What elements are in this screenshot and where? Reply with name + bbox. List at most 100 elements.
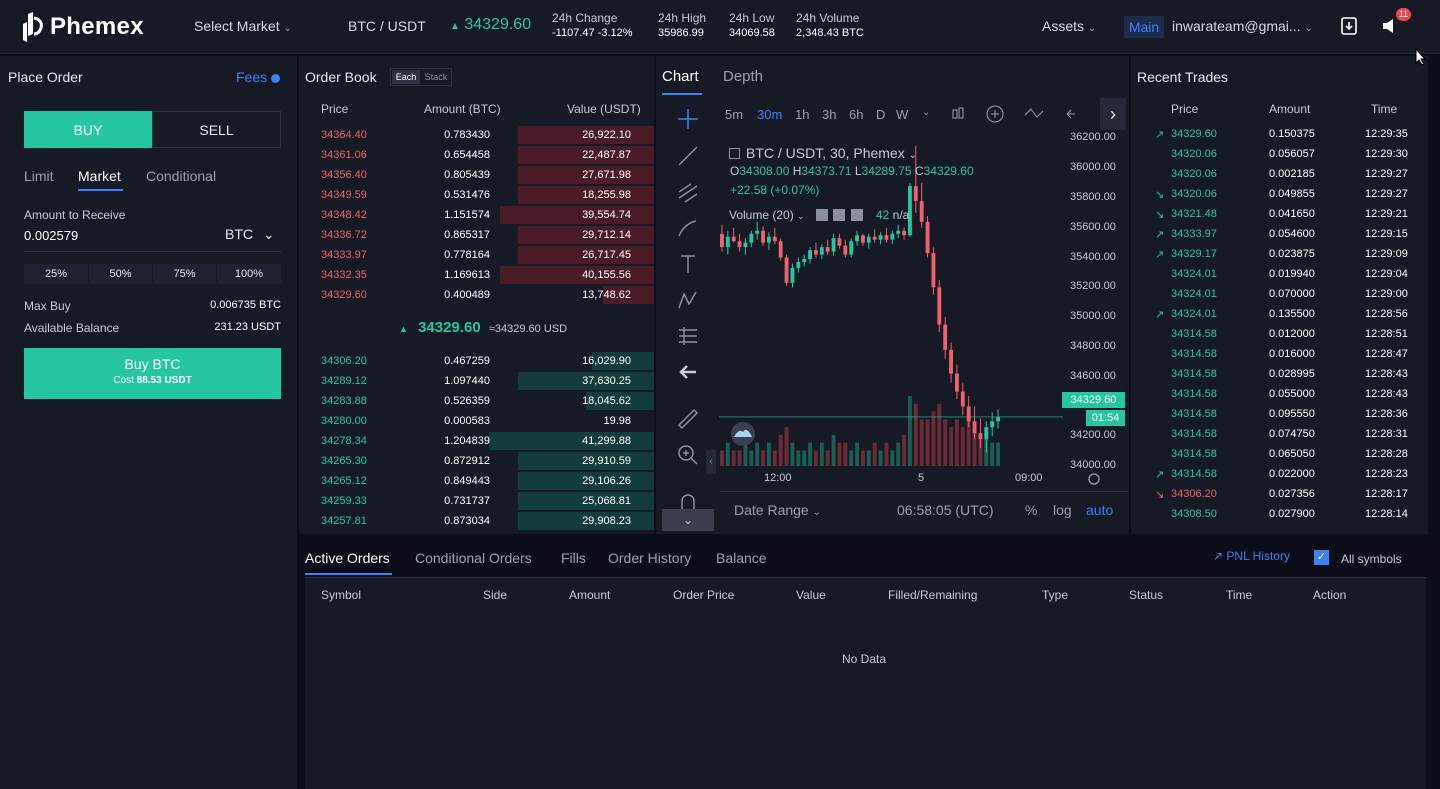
phemex-logo[interactable]: Phemex xyxy=(22,12,144,42)
candle-body[interactable] xyxy=(772,236,777,242)
candle-body[interactable] xyxy=(966,406,971,422)
ruler-icon[interactable] xyxy=(676,407,700,431)
candle-body[interactable] xyxy=(731,236,736,242)
add-indicator-icon[interactable] xyxy=(986,105,1004,123)
candle-body[interactable] xyxy=(890,233,895,240)
depth-tab[interactable]: Depth xyxy=(723,68,763,85)
candle-body[interactable] xyxy=(925,221,930,254)
order-type-market[interactable]: Market xyxy=(78,168,121,184)
tab-fills[interactable]: Fills xyxy=(561,550,586,566)
tab-active-orders[interactable]: Active Orders xyxy=(305,550,390,566)
bid-row[interactable]: 34280.00 0.000583 19.98 xyxy=(299,411,647,431)
candle-body[interactable] xyxy=(960,391,965,407)
ask-row[interactable]: 34336.72 0.865317 29,712.14 xyxy=(299,225,654,245)
candle-body[interactable] xyxy=(855,235,859,242)
text-tool-icon[interactable] xyxy=(676,252,700,276)
candle-body[interactable] xyxy=(943,324,948,350)
chart-symbol-line[interactable]: BTC / USDT, 30, Phemex ⌄ xyxy=(729,145,917,161)
candlestick-chart[interactable] xyxy=(719,131,1063,466)
candle-body[interactable] xyxy=(884,235,889,240)
currency-select[interactable]: BTC ⌄ xyxy=(225,226,275,243)
buy-btc-button[interactable]: Buy BTC Cost 88.53 USDT xyxy=(24,348,281,399)
buy-tab-button[interactable]: BUY xyxy=(24,111,152,148)
candle-body[interactable] xyxy=(819,247,824,255)
candle-body[interactable] xyxy=(978,433,983,440)
candle-body[interactable] xyxy=(767,236,771,243)
mode-each[interactable]: Each xyxy=(392,70,420,84)
candle-body[interactable] xyxy=(866,236,871,243)
ask-row[interactable]: 34364.40 0.783430 26,922.10 xyxy=(299,125,654,145)
candle-body[interactable] xyxy=(790,267,795,283)
candle-body[interactable] xyxy=(725,236,730,248)
candle-body[interactable] xyxy=(761,230,765,243)
prediction-tool-icon[interactable] xyxy=(676,324,700,348)
download-icon[interactable] xyxy=(1340,17,1358,35)
candle-body[interactable] xyxy=(878,235,883,240)
timeframe-d[interactable]: D xyxy=(876,107,885,122)
tab-order-history[interactable]: Order History xyxy=(608,550,691,566)
ask-row[interactable]: 34332.35 1.169613 40,155.56 xyxy=(299,265,654,285)
auto-scale-toggle[interactable]: auto xyxy=(1086,502,1113,518)
tab-conditional-orders[interactable]: Conditional Orders xyxy=(415,550,532,566)
candle-type-icon[interactable] xyxy=(950,106,966,122)
candle-body[interactable] xyxy=(784,257,789,283)
candle-body[interactable] xyxy=(755,230,760,234)
timeframe-more-icon[interactable]: ⌄ xyxy=(922,107,930,118)
announcement-icon[interactable] xyxy=(1381,18,1399,34)
hide-toolbar-icon[interactable]: ‹ xyxy=(706,450,716,474)
ask-row[interactable]: 34348.42 1.151574 39,554.74 xyxy=(299,205,654,225)
date-range-dropdown[interactable]: Date Range ⌄ xyxy=(734,502,821,518)
log-scale-toggle[interactable]: log xyxy=(1053,502,1072,518)
zoom-in-icon[interactable] xyxy=(676,443,700,467)
all-symbols-checkbox[interactable]: ✓ xyxy=(1314,550,1329,565)
candle-body[interactable] xyxy=(919,200,924,222)
percent-25-button[interactable]: 25% xyxy=(24,264,88,284)
candle-body[interactable] xyxy=(896,230,901,234)
brush-icon[interactable] xyxy=(676,216,700,240)
volume-legend[interactable]: Volume (20) ⌄ 42 n/a xyxy=(729,208,909,222)
amount-input[interactable]: 0.002579 xyxy=(24,228,78,243)
order-type-conditional[interactable]: Conditional xyxy=(146,168,216,184)
candle-body[interactable] xyxy=(972,421,977,434)
fees-link[interactable]: Fees xyxy=(236,69,281,85)
bid-row[interactable]: 34306.20 0.467259 16,029.90 xyxy=(299,351,654,371)
candle-body[interactable] xyxy=(937,287,942,325)
timeframe-1h[interactable]: 1h xyxy=(795,107,809,122)
candle-body[interactable] xyxy=(849,241,854,255)
fib-tool-icon[interactable] xyxy=(676,180,700,204)
candle-body[interactable] xyxy=(984,427,989,440)
ask-row[interactable]: 34349.59 0.531476 18,255.98 xyxy=(299,185,654,205)
timeframe-30m[interactable]: 30m xyxy=(757,107,782,122)
pattern-tool-icon[interactable] xyxy=(676,288,700,312)
collapse-tools-icon[interactable]: ⌄ xyxy=(662,509,714,531)
ask-row[interactable]: 34329.60 0.400489 13,748.62 xyxy=(299,285,654,305)
candle-body[interactable] xyxy=(843,245,848,255)
bid-row[interactable]: 34278.34 1.204839 41,299.88 xyxy=(299,431,654,451)
chart-tab[interactable]: Chart xyxy=(662,68,699,85)
candle-body[interactable] xyxy=(913,186,918,201)
candle-body[interactable] xyxy=(996,416,1000,422)
settings-icon[interactable] xyxy=(833,209,846,221)
candle-body[interactable] xyxy=(796,262,801,268)
percent-100-button[interactable]: 100% xyxy=(217,264,281,284)
candle-body[interactable] xyxy=(802,259,807,263)
candle-body[interactable] xyxy=(737,241,742,248)
ask-row[interactable]: 34356.40 0.805439 27,671.98 xyxy=(299,165,654,185)
account-tag[interactable]: Main xyxy=(1124,16,1164,38)
candle-body[interactable] xyxy=(743,242,748,248)
compare-icon[interactable] xyxy=(1023,105,1047,123)
candle-body[interactable] xyxy=(808,250,812,260)
bid-row[interactable]: 34257.81 0.873034 29,908.23 xyxy=(299,511,654,531)
timeframe-6h[interactable]: 6h xyxy=(849,107,863,122)
order-type-limit[interactable]: Limit xyxy=(24,168,54,184)
timeframe-3h[interactable]: 3h xyxy=(822,107,836,122)
pnl-history-link[interactable]: ↗ PNL History xyxy=(1213,549,1290,563)
account-email-dropdown[interactable]: inwarateam@gmai... ⌄ xyxy=(1172,18,1313,34)
ask-row[interactable]: 34361.06 0.654458 22,487.87 xyxy=(299,145,654,165)
candle-body[interactable] xyxy=(955,373,959,392)
bid-row[interactable]: 34265.30 0.872912 29,910.59 xyxy=(299,451,654,471)
percent-scale-toggle[interactable]: % xyxy=(1025,502,1037,518)
candle-body[interactable] xyxy=(814,250,818,255)
candle-body[interactable] xyxy=(749,233,754,243)
close-icon[interactable] xyxy=(850,209,863,221)
